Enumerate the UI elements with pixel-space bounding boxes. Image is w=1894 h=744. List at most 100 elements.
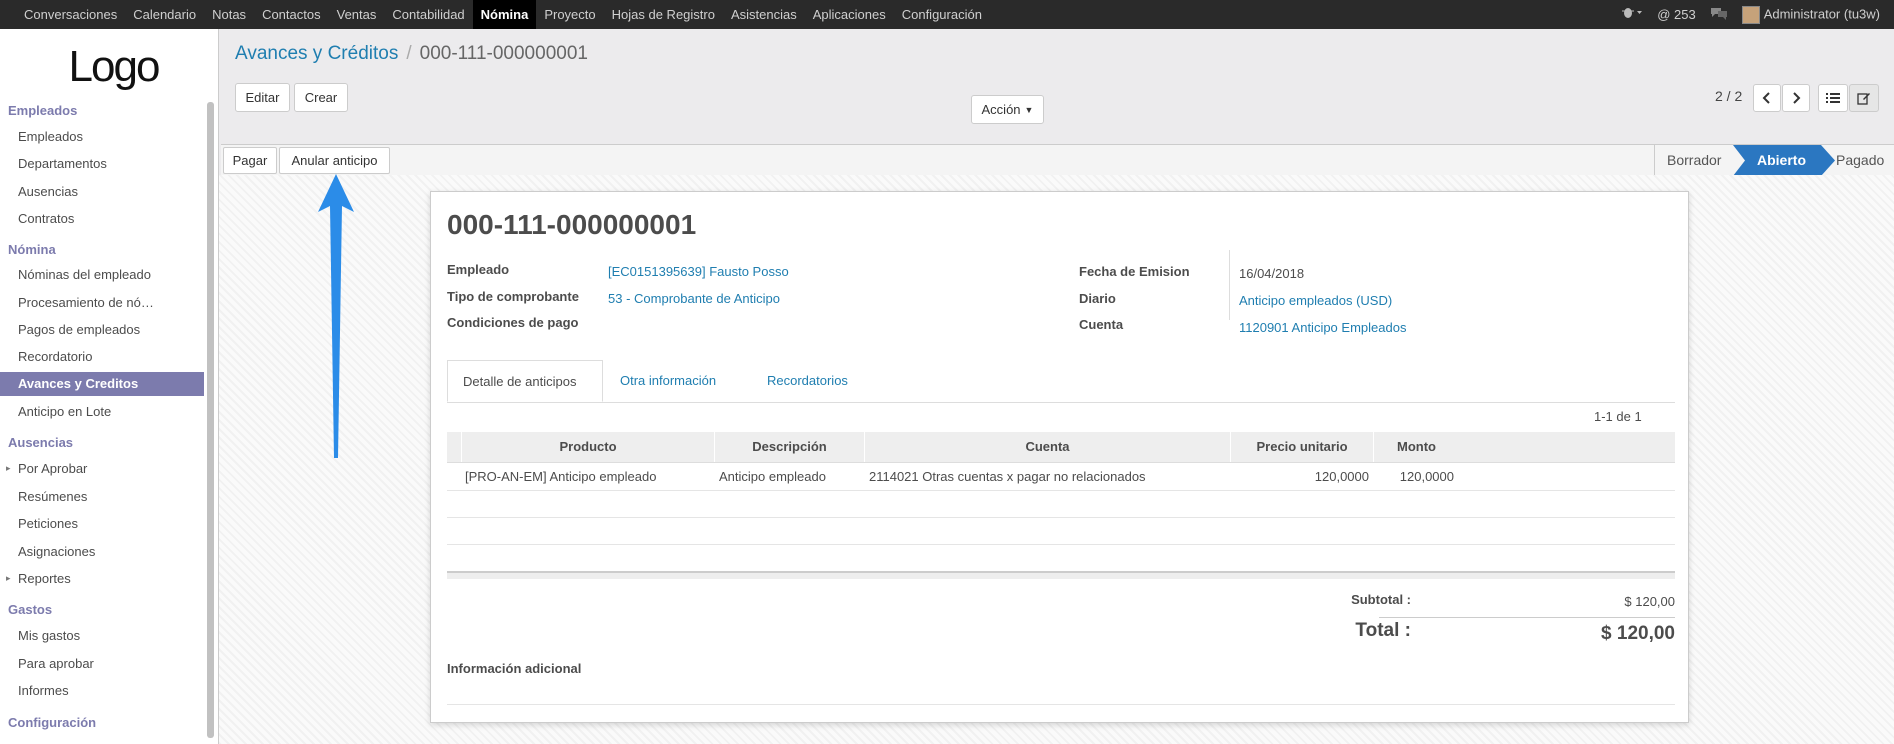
column-precio-unitario[interactable]: Precio unitario xyxy=(1230,432,1373,462)
menu-asistencias[interactable]: Asistencias xyxy=(723,0,805,29)
column-descripcion[interactable]: Descripción xyxy=(714,432,864,462)
subtotal-value: $ 120,00 xyxy=(1624,594,1675,609)
list-icon xyxy=(1826,93,1840,103)
section-configuracion: Configuración xyxy=(8,715,97,730)
tab-otra-informacion[interactable]: Otra información xyxy=(605,360,731,402)
value-diario[interactable]: Anticipo empleados (USD) xyxy=(1239,293,1392,308)
sidebar-item-asignaciones[interactable]: Asignaciones xyxy=(0,540,204,564)
main-menu: Conversaciones Calendario Notas Contacto… xyxy=(16,0,990,29)
menu-contactos[interactable]: Contactos xyxy=(254,0,329,29)
sidebar-item-departamentos[interactable]: Departamentos xyxy=(0,152,204,176)
cell-producto: [PRO-AN-EM] Anticipo empleado xyxy=(465,469,657,484)
stage-pagado[interactable]: Pagado xyxy=(1836,145,1884,176)
column-monto[interactable]: Monto xyxy=(1373,432,1459,462)
caret-down-icon: ▼ xyxy=(1024,104,1034,115)
total-value: $ 120,00 xyxy=(1601,623,1675,644)
table-row-empty xyxy=(447,544,1675,571)
sidebar-item-empleados[interactable]: Empleados xyxy=(0,125,204,149)
menu-configuracion[interactable]: Configuración xyxy=(894,0,990,29)
sidebar-item-mis-gastos[interactable]: Mis gastos xyxy=(0,624,204,648)
value-cuenta[interactable]: 1120901 Anticipo Empleados xyxy=(1239,320,1406,335)
breadcrumb: Avances y Créditos / 000-111-000000001 xyxy=(235,43,588,65)
table-row-empty xyxy=(447,517,1675,545)
menu-aplicaciones[interactable]: Aplicaciones xyxy=(805,0,894,29)
breadcrumb-separator: / xyxy=(406,43,412,64)
cell-descripcion: Anticipo empleado xyxy=(719,469,826,484)
table-row-empty xyxy=(447,490,1675,518)
sidebar-item-anticipo-lote[interactable]: Anticipo en Lote xyxy=(0,400,204,424)
sidebar-item-informes[interactable]: Informes xyxy=(0,679,204,703)
cell-precio-unitario: 120,0000 xyxy=(1314,469,1369,484)
form-view-button[interactable] xyxy=(1849,84,1879,112)
bug-debug-icon[interactable] xyxy=(1621,6,1643,23)
menu-ventas[interactable]: Ventas xyxy=(329,0,385,29)
total-label: Total : xyxy=(1355,620,1411,641)
sidebar-item-para-aprobar[interactable]: Para aprobar xyxy=(0,652,204,676)
value-empleado[interactable]: [EC0151395639] Fausto Posso xyxy=(608,264,789,279)
section-gastos: Gastos xyxy=(8,602,53,617)
sidebar-item-por-aprobar[interactable]: Por Aprobar xyxy=(0,457,204,481)
subtotal-label: Subtotal : xyxy=(1351,592,1411,607)
sidebar-item-ausencias[interactable]: Ausencias xyxy=(0,180,204,204)
table-footer xyxy=(447,571,1675,579)
menu-contabilidad[interactable]: Contabilidad xyxy=(384,0,472,29)
menu-calendario[interactable]: Calendario xyxy=(125,0,204,29)
tab-recordatorios[interactable]: Recordatorios xyxy=(752,360,863,402)
cell-monto: 120,0000 xyxy=(1399,469,1454,484)
menu-nomina[interactable]: Nómina xyxy=(472,0,537,29)
cell-cuenta: 2114021 Otras cuentas x pagar no relacio… xyxy=(869,469,1146,484)
form-sheet: 000-111-000000001 Empleado [EC0151395639… xyxy=(430,191,1689,723)
avatar xyxy=(1741,5,1760,24)
stage-borrador[interactable]: Borrador xyxy=(1667,145,1721,176)
label-empleado: Empleado xyxy=(447,262,510,277)
sidebar-item-avances[interactable]: Avances y Creditos xyxy=(0,372,204,396)
user-name: Administrator (tu3w) xyxy=(1763,5,1880,21)
chevron-right-icon xyxy=(1793,92,1801,104)
create-button[interactable]: Crear xyxy=(294,83,348,112)
section-empleados: Empleados xyxy=(8,103,78,118)
sidebar-scrollbar[interactable] xyxy=(207,102,214,738)
value-tipo-comprobante[interactable]: 53 - Comprobante de Anticipo xyxy=(608,291,780,306)
sidebar-item-reportes[interactable]: Reportes xyxy=(0,567,204,591)
stage-abierto[interactable]: Abierto xyxy=(1757,145,1806,176)
tab-detalle-anticipos[interactable]: Detalle de anticipos xyxy=(447,360,603,402)
sidebar-item-contratos[interactable]: Contratos xyxy=(0,207,204,231)
edit-button[interactable]: Editar xyxy=(235,83,290,112)
label-tipo-comprobante: Tipo de comprobante xyxy=(447,289,579,304)
menu-hojas-de-registro[interactable]: Hojas de Registro xyxy=(604,0,723,29)
action-label: Acción xyxy=(981,102,1021,117)
pay-button[interactable]: Pagar xyxy=(223,147,277,174)
sidebar-item-recordatorio[interactable]: Recordatorio xyxy=(0,345,204,369)
menu-conversaciones[interactable]: Conversaciones xyxy=(16,0,125,29)
list-view-button[interactable] xyxy=(1818,84,1848,112)
sidebar-item-procesamiento[interactable]: Procesamiento de nó… xyxy=(0,291,204,315)
sidebar-item-nominas[interactable]: Nóminas del empleado xyxy=(0,263,204,287)
chevron-left-icon xyxy=(1762,92,1770,104)
sidebar-item-peticiones[interactable]: Peticiones xyxy=(0,512,204,536)
menu-proyecto[interactable]: Proyecto xyxy=(536,0,603,29)
chat-icon[interactable] xyxy=(1710,6,1728,23)
field-divider xyxy=(1229,250,1230,320)
pager-value: 2 / 2 xyxy=(1715,88,1743,104)
total-divider xyxy=(1379,617,1675,618)
company-logo: Logo xyxy=(17,38,210,96)
value-fecha-emision: 16/04/2018 xyxy=(1239,266,1305,281)
section-ausencias: Ausencias xyxy=(8,435,74,450)
document-title: 000-111-000000001 xyxy=(447,209,697,240)
sidebar-item-resumenes[interactable]: Resúmenes xyxy=(0,485,204,509)
messages-counter[interactable]: @ 253 xyxy=(1657,7,1696,22)
table-row[interactable]: [PRO-AN-EM] Anticipo empleado Anticipo e… xyxy=(447,463,1675,491)
action-dropdown[interactable]: Acción ▼ xyxy=(971,95,1044,124)
column-producto[interactable]: Producto xyxy=(461,432,714,462)
edit-form-icon xyxy=(1857,93,1870,105)
status-bar: Pagar Anular anticipo Borrador Abierto P… xyxy=(221,144,1894,177)
menu-notas[interactable]: Notas xyxy=(204,0,254,29)
breadcrumb-parent[interactable]: Avances y Créditos xyxy=(235,43,398,64)
additional-info-field[interactable] xyxy=(447,704,1675,705)
previous-record-button[interactable] xyxy=(1753,84,1781,112)
sidebar-item-pagos[interactable]: Pagos de empleados xyxy=(0,318,204,342)
next-record-button[interactable] xyxy=(1782,84,1810,112)
user-menu[interactable]: Administrator (tu3w) xyxy=(1741,5,1880,24)
column-cuenta[interactable]: Cuenta xyxy=(864,432,1230,462)
cancel-advance-button[interactable]: Anular anticipo xyxy=(279,147,390,174)
